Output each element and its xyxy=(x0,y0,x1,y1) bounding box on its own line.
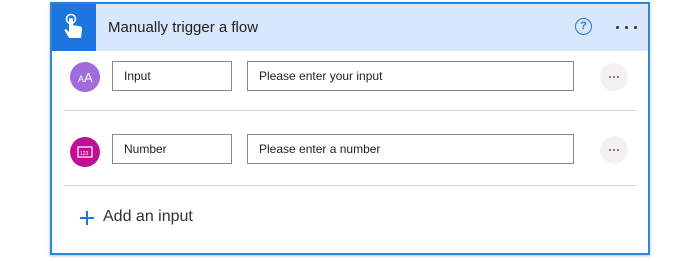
row-divider xyxy=(64,185,636,186)
card-title: Manually trigger a flow xyxy=(108,19,259,36)
svg-text:123: 123 xyxy=(80,151,89,157)
question-circle-icon[interactable]: ? xyxy=(575,18,592,35)
ellipsis-dot xyxy=(609,76,611,78)
number-placeholder-field[interactable]: Please enter a number xyxy=(247,134,574,164)
header-more-options-button[interactable] xyxy=(614,17,640,37)
input-name-field[interactable]: Input xyxy=(112,61,232,91)
add-input-label: Add an input xyxy=(103,208,193,225)
number-row-more-button[interactable] xyxy=(600,136,628,164)
ellipsis-dot xyxy=(617,149,619,151)
card-header[interactable]: Manually trigger a flow ? xyxy=(52,4,648,51)
ellipsis-dot xyxy=(613,76,615,78)
ellipsis-dot xyxy=(617,76,619,78)
ellipsis-dot xyxy=(634,26,637,29)
input-row-more-button[interactable] xyxy=(600,63,628,91)
input-row-number: 123 Number Please enter a number xyxy=(52,134,648,184)
number-type-glyph: 123 xyxy=(77,146,93,158)
ellipsis-dot xyxy=(609,149,611,151)
number-name-field[interactable]: Number xyxy=(112,134,232,164)
input-placeholder-field[interactable]: Please enter your input xyxy=(247,61,574,91)
number-type-icon: 123 xyxy=(70,137,100,167)
ellipsis-dot xyxy=(625,26,628,29)
svg-text:A: A xyxy=(84,70,93,85)
input-row-text: A A Input Please enter your input xyxy=(52,59,648,109)
hand-touch-icon xyxy=(64,13,83,38)
ellipsis-dot xyxy=(613,149,615,151)
trigger-icon-container xyxy=(52,4,96,51)
plus-icon xyxy=(80,211,94,225)
row-divider xyxy=(64,110,636,111)
text-type-glyph: A A xyxy=(78,70,93,85)
text-type-icon: A A xyxy=(70,62,100,92)
trigger-card: Manually trigger a flow ? A A Input Plea… xyxy=(50,2,650,255)
ellipsis-dot xyxy=(616,26,619,29)
